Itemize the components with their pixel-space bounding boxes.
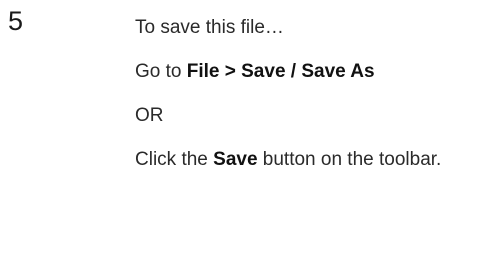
goto-instruction: Go to File > Save / Save As [135, 61, 485, 83]
intro-text: To save this file… [135, 17, 284, 38]
save-button-name: Save [213, 149, 258, 170]
click-prefix: Click the [135, 149, 214, 170]
click-instruction: Click the Save button on the toolbar. [135, 149, 485, 171]
step-number: 5 [8, 6, 24, 36]
menu-path: File > Save / Save As [186, 61, 375, 82]
click-suffix: button on the toolbar. [257, 149, 442, 170]
goto-prefix: Go to [135, 61, 187, 82]
or-text: OR [135, 105, 164, 126]
instructions-block: To save this file… Go to File > Save / S… [135, 17, 485, 171]
